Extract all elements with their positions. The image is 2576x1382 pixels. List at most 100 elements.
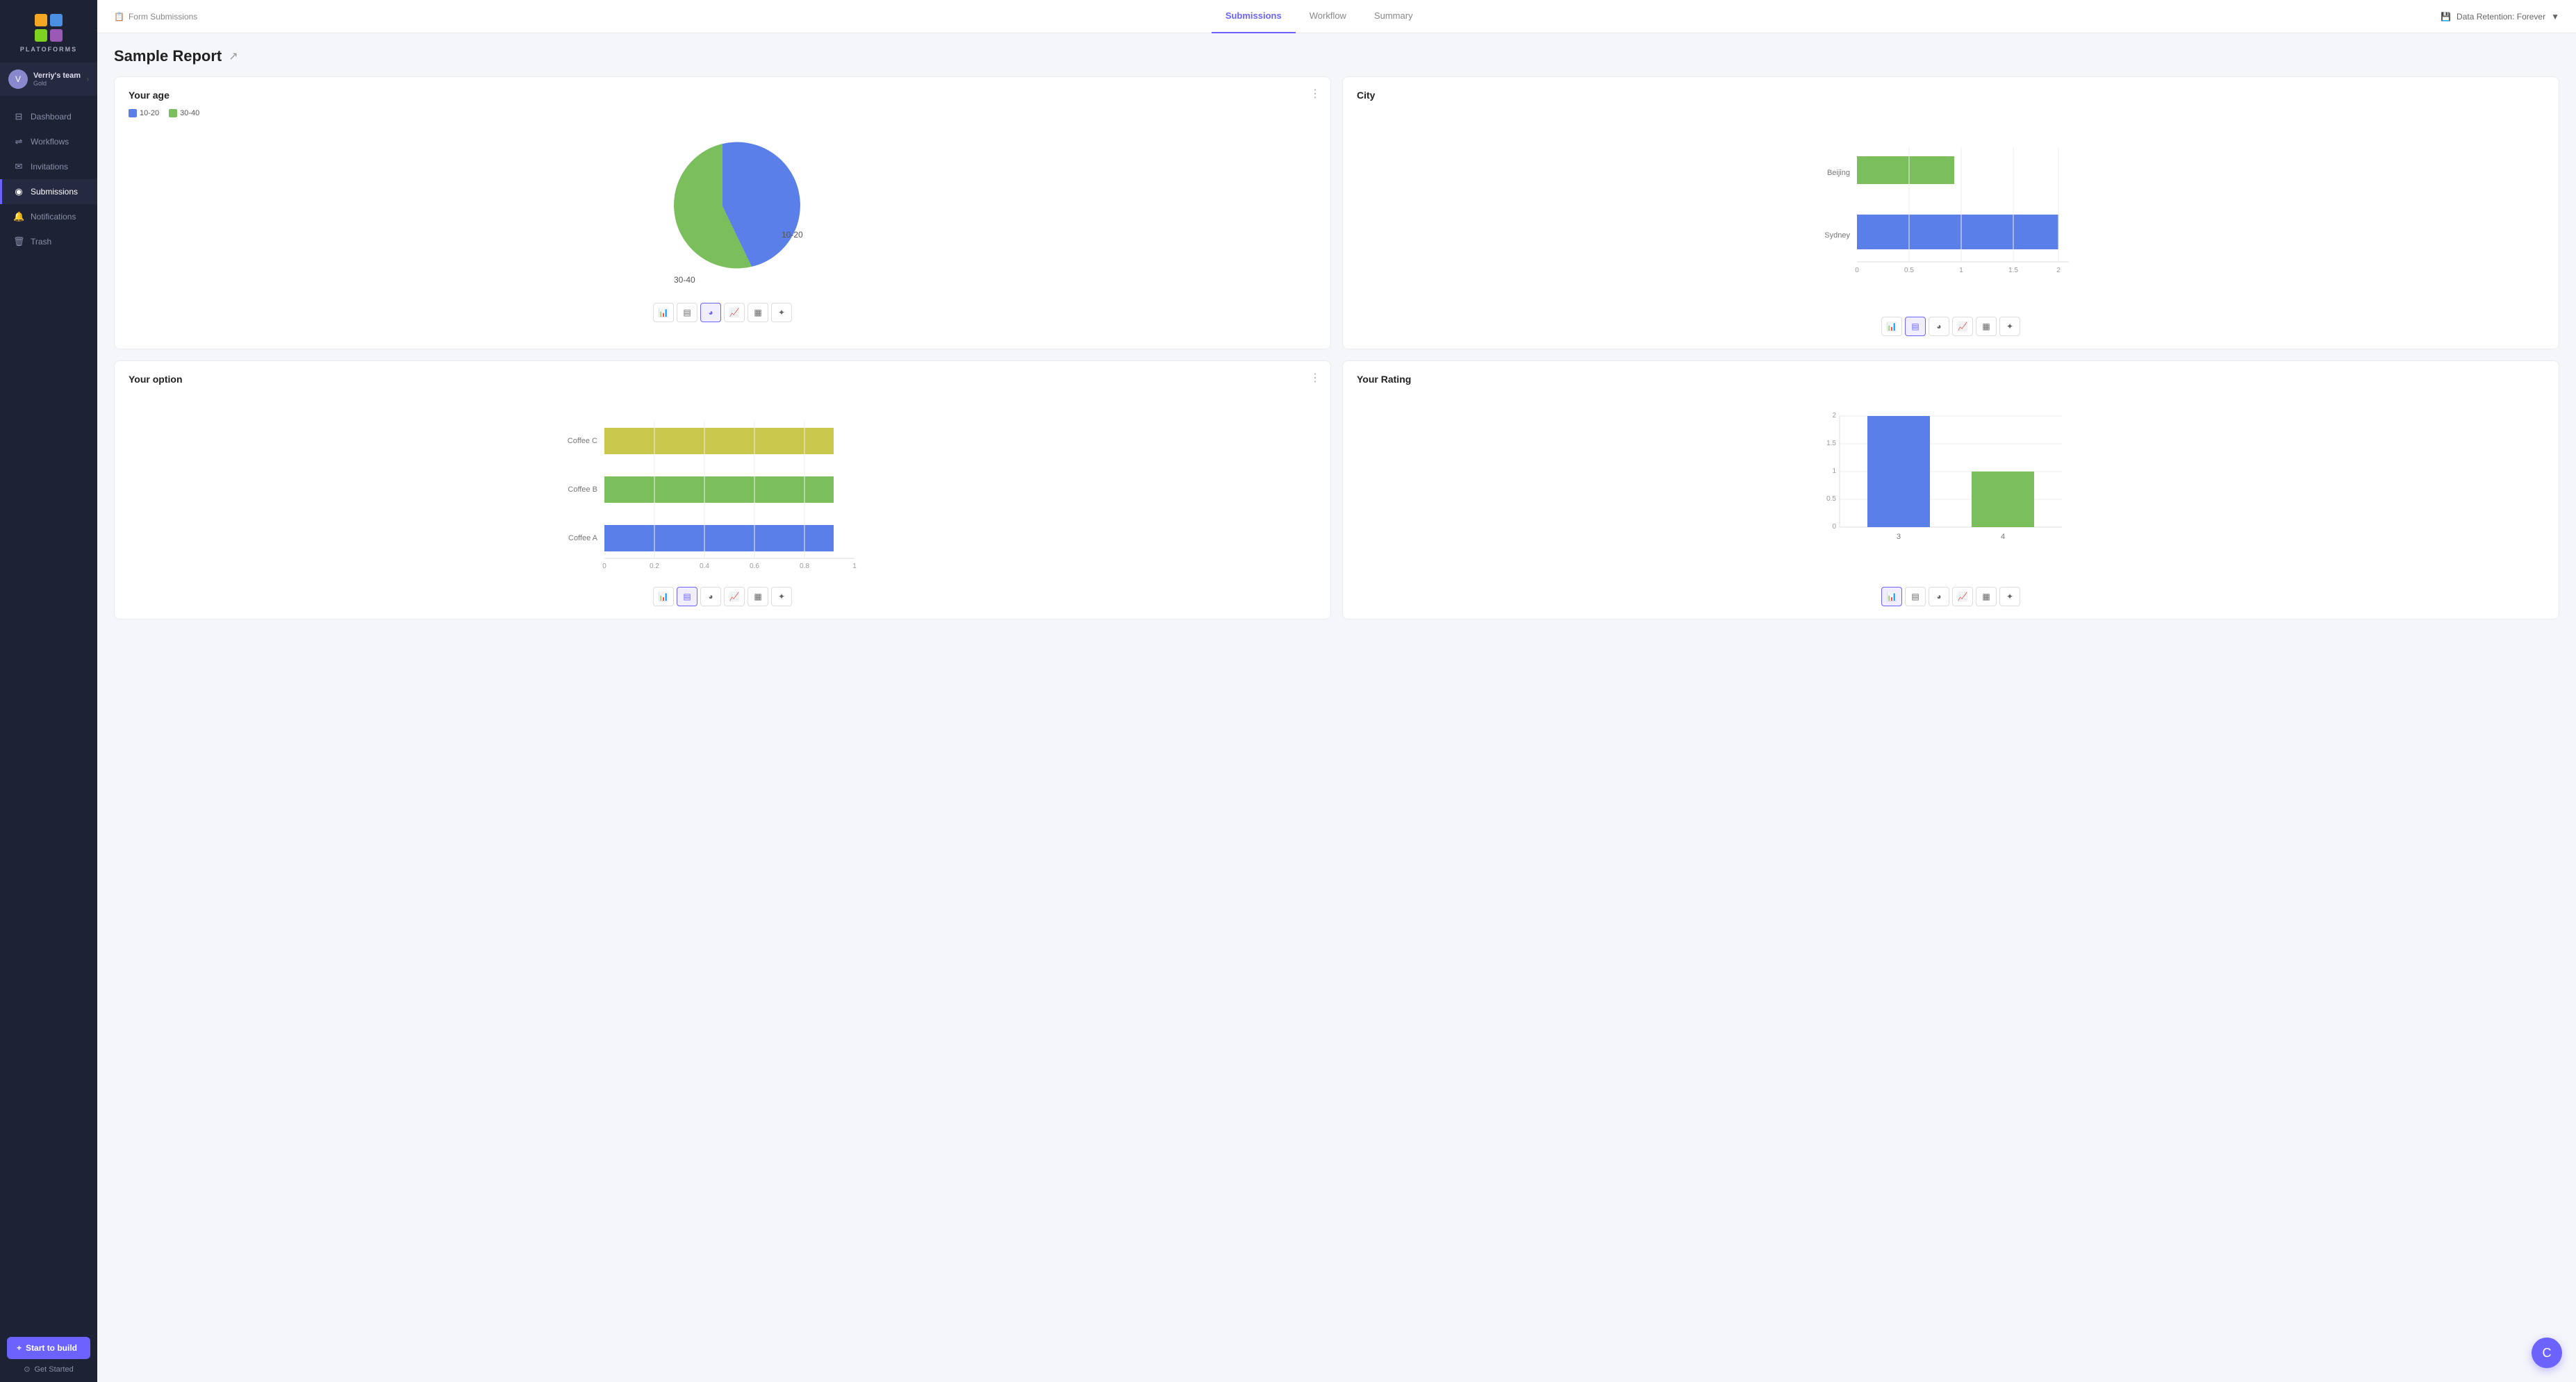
chart-type-hbar[interactable]: ▤	[677, 587, 697, 606]
chart-type-bar[interactable]: 📊	[1881, 587, 1902, 606]
x-label-3: 3	[1897, 533, 1901, 541]
city-label-sydney: Sydney	[1824, 231, 1850, 240]
chart-type-bar[interactable]: 📊	[1881, 317, 1902, 336]
option-label-coffeeb: Coffee B	[568, 485, 597, 494]
chart-type-line[interactable]: 📈	[1952, 317, 1973, 336]
chart-type-other[interactable]: ✦	[771, 303, 792, 322]
sidebar-item-label: Submissions	[31, 187, 78, 197]
y-label-1: 1	[1832, 467, 1836, 475]
fab-icon: C	[2543, 1346, 2552, 1360]
option-chart-svg: Coffee C Coffee B Coffee A 0 0.2 0.4	[129, 393, 1316, 574]
tab-workflow[interactable]: Workflow	[1296, 0, 1360, 33]
sidebar-item-label: Invitations	[31, 162, 68, 172]
chart-type-hbar[interactable]: ▤	[1905, 587, 1926, 606]
bar-coffeeb	[604, 476, 834, 503]
bar-beijing	[1857, 156, 1954, 184]
dashboard-icon: ⊟	[13, 111, 24, 122]
chart-option-menu[interactable]: ⋮	[1310, 371, 1321, 385]
sidebar-item-workflows[interactable]: ⇌ Workflows	[0, 129, 97, 154]
sidebar-item-submissions[interactable]: ◉ Submissions	[0, 179, 97, 204]
chart-option-title: Your option	[129, 374, 1316, 385]
x-label-08: 0.8	[800, 563, 809, 570]
chevron-right-icon: ›	[87, 76, 89, 83]
x-label-2: 2	[2056, 267, 2061, 274]
x-label-02: 0.2	[650, 563, 659, 570]
bar-rating-3	[1867, 416, 1930, 527]
chart-type-other[interactable]: ✦	[1999, 587, 2020, 606]
sidebar-item-label: Notifications	[31, 212, 76, 222]
chart-type-line[interactable]: 📈	[1952, 587, 1973, 606]
tab-summary[interactable]: Summary	[1360, 0, 1427, 33]
start-build-label: Start to build	[26, 1343, 77, 1353]
chart-type-table[interactable]: ▦	[748, 303, 768, 322]
sidebar-item-trash[interactable]: 🗑 Trash	[0, 229, 97, 254]
chart-type-pie[interactable]: ◕	[1929, 317, 1949, 336]
chart-type-line[interactable]: 📈	[724, 303, 745, 322]
main-content: 📋 Form Submissions Submissions Workflow …	[97, 0, 2576, 1382]
chart-city-title: City	[1357, 90, 2545, 101]
sidebar-item-notifications[interactable]: 🔔 Notifications	[0, 204, 97, 229]
legend-dot-blue	[129, 109, 137, 117]
city-chart-svg: Beijing Sydney 0 0.5 1 1.5 2	[1357, 109, 2545, 303]
option-label-coffeea: Coffee A	[568, 534, 598, 542]
plus-icon: +	[17, 1343, 22, 1353]
export-icon[interactable]: ↗	[229, 49, 238, 63]
charts-grid: Your age ⋮ 10-20 30-40	[114, 76, 2559, 619]
get-started-label: Get Started	[34, 1365, 73, 1374]
chevron-down-icon: ▼	[2551, 12, 2559, 22]
user-plan: Gold	[33, 80, 81, 87]
sidebar-item-dashboard[interactable]: ⊟ Dashboard	[0, 104, 97, 129]
invitations-icon: ✉	[13, 161, 24, 172]
legend-label: 30-40	[180, 109, 199, 117]
chart-age: Your age ⋮ 10-20 30-40	[114, 76, 1331, 349]
page-content: Sample Report ↗ Your age ⋮ 10-20 30-40	[97, 33, 2576, 1382]
breadcrumb-text: Form Submissions	[129, 12, 197, 22]
user-section[interactable]: V Verriy's team Gold ›	[0, 63, 97, 96]
sidebar-item-invitations[interactable]: ✉ Invitations	[0, 154, 97, 179]
get-started-link[interactable]: ⊙ Get Started	[7, 1365, 90, 1374]
pie-label-1020: 10-20	[782, 230, 803, 240]
chart-type-table[interactable]: ▦	[748, 587, 768, 606]
chart-type-table[interactable]: ▦	[1976, 317, 1997, 336]
tab-submissions[interactable]: Submissions	[1212, 0, 1296, 33]
sidebar-item-label: Trash	[31, 237, 51, 247]
chart-type-bar[interactable]: 📊	[653, 587, 674, 606]
circle-icon: ⊙	[24, 1365, 30, 1374]
chart-type-pie[interactable]: ◕	[1929, 587, 1949, 606]
chart-type-pie[interactable]: ◕	[700, 587, 721, 606]
chart-type-bar[interactable]: 📊	[653, 303, 674, 322]
fab-button[interactable]: C	[2532, 1338, 2562, 1368]
x-label-0: 0	[1855, 267, 1859, 274]
start-build-button[interactable]: + Start to build	[7, 1337, 90, 1359]
x-label-06: 0.6	[750, 563, 759, 570]
chart-option: Your option ⋮ Coffee C Coffee B Coffee A	[114, 360, 1331, 619]
x-label-04: 0.4	[700, 563, 709, 570]
chart-city: City Beijing Sydney 0 0.5 1	[1342, 76, 2559, 349]
avatar: V	[8, 69, 28, 89]
chart-type-hbar[interactable]: ▤	[1905, 317, 1926, 336]
pie-chart-svg: 10-20 30-40	[129, 123, 1316, 290]
page-title-row: Sample Report ↗	[114, 47, 2559, 65]
chart-type-pie[interactable]: ◕	[700, 303, 721, 322]
form-icon: 📋	[114, 12, 124, 22]
logo-icon	[33, 13, 64, 43]
x-label-4: 4	[2001, 533, 2005, 541]
workflows-icon: ⇌	[13, 136, 24, 147]
bar-rating-4	[1972, 472, 2034, 527]
chart-age-types: 📊 ▤ ◕ 📈 ▦ ✦	[129, 303, 1316, 322]
bar-coffeec	[604, 428, 834, 454]
chart-type-other[interactable]: ✦	[1999, 317, 2020, 336]
legend-item-3040: 30-40	[169, 109, 199, 117]
legend-dot-green	[169, 109, 177, 117]
chart-type-hbar[interactable]: ▤	[677, 303, 697, 322]
retention-text: Data Retention: Forever	[2457, 12, 2545, 22]
rating-chart-svg: 0 0.5 1 1.5 2	[1357, 393, 2545, 574]
chart-type-table[interactable]: ▦	[1976, 587, 1997, 606]
chart-city-types: 📊 ▤ ◕ 📈 ▦ ✦	[1357, 317, 2545, 336]
chart-age-menu[interactable]: ⋮	[1310, 87, 1321, 101]
y-label-15: 1.5	[1826, 440, 1836, 447]
chart-type-line[interactable]: 📈	[724, 587, 745, 606]
chart-type-other[interactable]: ✦	[771, 587, 792, 606]
sidebar-nav: ⊟ Dashboard ⇌ Workflows ✉ Invitations ◉ …	[0, 101, 97, 1329]
sidebar-item-label: Dashboard	[31, 112, 72, 122]
